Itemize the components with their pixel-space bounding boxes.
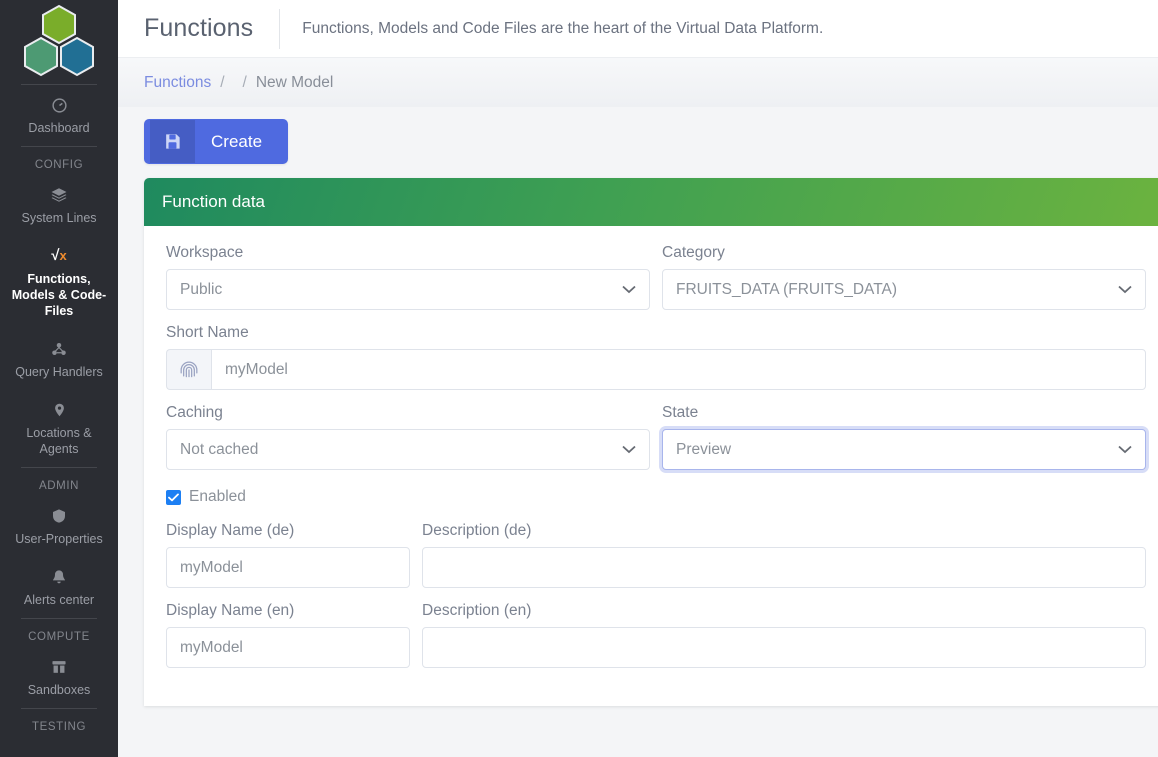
breadcrumb-link-functions[interactable]: Functions <box>144 74 211 92</box>
map-pin-icon <box>6 400 112 420</box>
description-de-input[interactable] <box>422 547 1146 588</box>
state-value: Preview <box>676 440 732 458</box>
enabled-label[interactable]: Enabled <box>189 488 246 506</box>
category-value: FRUITS_DATA (FRUITS_DATA) <box>676 280 898 298</box>
action-toolbar: Create <box>118 107 1158 178</box>
sidebar-item-locations-agents[interactable]: Locations & Agents <box>0 390 118 467</box>
shield-icon <box>6 506 112 526</box>
sidebar: Dashboard CONFIG System Lines √x Functio… <box>0 0 118 757</box>
sidebar-group-config: CONFIG <box>34 159 84 171</box>
state-label: State <box>662 404 699 421</box>
box-icon <box>6 657 112 677</box>
field-caching: Caching Not cached <box>166 404 650 470</box>
hexagon-logo <box>24 4 94 77</box>
sidebar-group-admin: ADMIN <box>38 480 80 492</box>
chevron-down-icon <box>1118 283 1132 296</box>
field-short-name: Short Name myModel <box>166 324 1146 390</box>
caching-label: Caching <box>166 404 223 421</box>
field-display-name-en: Display Name (en) myModel <box>166 602 410 668</box>
sidebar-item-label: User-Properties <box>15 532 103 546</box>
create-button[interactable]: Create <box>144 119 289 164</box>
header-separator <box>279 8 281 49</box>
sidebar-item-query-handlers[interactable]: Query Handlers <box>0 329 118 390</box>
sidebar-item-functions-models-code-files[interactable]: √x Functions, Models & Code-Files <box>0 236 118 329</box>
chevron-down-icon <box>622 283 636 296</box>
field-description-en: Description (en) <box>422 602 1146 668</box>
card-body: Workspace Public Category FRUITS_DATA (F… <box>144 226 1158 706</box>
sidebar-item-user-properties[interactable]: User-Properties <box>0 496 118 557</box>
sidebar-group-compute: COMPUTE <box>28 631 90 643</box>
sidebar-item-label: Sandboxes <box>27 683 91 697</box>
bell-icon <box>6 567 112 587</box>
sidebar-item-sandboxes[interactable]: Sandboxes <box>0 647 118 708</box>
form-row-caching-state: Caching Not cached State Preview <box>166 404 1146 484</box>
breadcrumb: Functions / / New Model <box>118 58 1158 107</box>
field-description-de: Description (de) <box>422 522 1146 588</box>
breadcrumb-separator-2: / <box>242 73 247 91</box>
display-name-de-input[interactable]: myModel <box>166 547 410 588</box>
field-display-name-de: Display Name (de) myModel <box>166 522 410 588</box>
sidebar-item-label: Locations & Agents <box>26 426 92 456</box>
card-header: Function data <box>144 178 1158 226</box>
description-en-label: Description (en) <box>422 602 532 619</box>
category-label: Category <box>662 244 725 261</box>
field-category: Category FRUITS_DATA (FRUITS_DATA) <box>662 244 1146 310</box>
sidebar-item-label: Dashboard <box>28 121 90 135</box>
sidebar-item-label: Alerts center <box>23 593 95 607</box>
molecule-icon <box>6 339 112 359</box>
create-button-label: Create <box>211 131 263 151</box>
sidebar-item-dashboard[interactable]: Dashboard <box>0 85 118 146</box>
breadcrumb-current: New Model <box>255 73 334 91</box>
function-data-card: Function data Workspace Public Category … <box>144 178 1158 706</box>
card-title: Function data <box>162 192 266 211</box>
chevron-down-icon <box>1118 443 1132 456</box>
logo-wrapper[interactable] <box>0 0 118 84</box>
breadcrumb-separator: / <box>220 73 225 91</box>
display-name-de-value: myModel <box>180 558 243 576</box>
form-row-de: Display Name (de) myModel Description (d… <box>166 522 1146 602</box>
dashboard-icon <box>6 95 112 115</box>
display-name-en-label: Display Name (en) <box>166 602 295 619</box>
page-title: Functions <box>144 14 254 42</box>
field-enabled: Enabled <box>166 488 1146 506</box>
short-name-input-group: myModel <box>166 349 1146 390</box>
enabled-checkbox[interactable] <box>166 489 181 505</box>
sidebar-group-testing: TESTING <box>31 721 87 733</box>
caching-select[interactable]: Not cached <box>166 429 650 470</box>
save-icon <box>150 120 195 163</box>
main-content: Functions Functions, Models and Code Fil… <box>118 0 1158 757</box>
sidebar-item-label: Functions, Models & Code-Files <box>11 272 107 318</box>
workspace-value: Public <box>180 280 223 298</box>
layers-icon <box>6 185 112 205</box>
workspace-label: Workspace <box>166 244 244 261</box>
fingerprint-icon <box>166 349 211 390</box>
field-workspace: Workspace Public <box>166 244 650 310</box>
sidebar-item-system-lines[interactable]: System Lines <box>0 175 118 236</box>
display-name-en-value: myModel <box>180 638 243 656</box>
description-de-label: Description (de) <box>422 522 532 539</box>
sidebar-item-label: System Lines <box>21 211 97 225</box>
description-en-input[interactable] <box>422 627 1146 668</box>
chevron-down-icon <box>622 443 636 456</box>
short-name-input[interactable]: myModel <box>211 349 1146 390</box>
workspace-select[interactable]: Public <box>166 269 650 310</box>
field-state: State Preview <box>662 404 1146 470</box>
caching-value: Not cached <box>180 440 259 458</box>
top-header: Functions Functions, Models and Code Fil… <box>118 0 1158 58</box>
category-select[interactable]: FRUITS_DATA (FRUITS_DATA) <box>662 269 1146 310</box>
app-root: Dashboard CONFIG System Lines √x Functio… <box>0 0 1158 757</box>
form-row-en: Display Name (en) myModel Description (e… <box>166 602 1146 682</box>
sidebar-item-label: Query Handlers <box>15 365 103 379</box>
page-subtitle: Functions, Models and Code Files are the… <box>302 19 824 37</box>
display-name-en-input[interactable]: myModel <box>166 627 410 668</box>
sqrt-x-icon: √x <box>51 247 67 264</box>
form-row-workspace-category: Workspace Public Category FRUITS_DATA (F… <box>166 244 1146 324</box>
short-name-value: myModel <box>225 360 288 378</box>
display-name-de-label: Display Name (de) <box>166 522 295 539</box>
state-select[interactable]: Preview <box>662 429 1146 470</box>
short-name-label: Short Name <box>166 324 249 341</box>
sidebar-item-alerts-center[interactable]: Alerts center <box>0 557 118 618</box>
